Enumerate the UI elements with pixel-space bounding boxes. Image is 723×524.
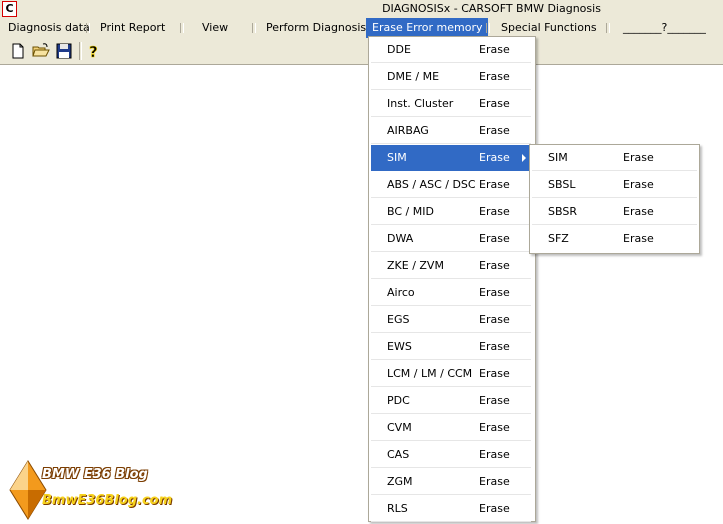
menu-bar: Diagnosis data Print Report View Perform… [0, 18, 723, 38]
menu-item-label: PDC [387, 394, 410, 407]
menu-item-label: AIRBAG [387, 124, 429, 137]
menu-item-action: Erase [479, 448, 510, 461]
menu-item-zke-zvm[interactable]: ZKE / ZVM Erase [371, 253, 531, 279]
menu-item-dwa[interactable]: DWA Erase [371, 226, 531, 252]
watermark-url: BmwE36Blog.com [42, 493, 173, 508]
menu-item-action: Erase [479, 340, 510, 353]
submenu-item-sbsl[interactable]: SBSL Erase [532, 172, 697, 198]
menu-item-inst-cluster[interactable]: Inst. Cluster Erase [371, 91, 531, 117]
menu-item-lcm-lm-ccm[interactable]: LCM / LM / CCM Erase [371, 361, 531, 387]
menu-item-abs-asc-dsc[interactable]: ABS / ASC / DSC Erase [371, 172, 531, 198]
menu-item-cvm[interactable]: CVM Erase [371, 415, 531, 441]
menu-item-action: Erase [623, 178, 654, 191]
title-bar: C DIAGNOSISx - CARSOFT BMW Diagnosis [0, 0, 723, 18]
menu-item-label: DME / ME [387, 70, 440, 83]
menu-item-rls[interactable]: RLS Erase [371, 496, 531, 522]
menu-item-label: CAS [387, 448, 410, 461]
menu-separator [252, 23, 256, 33]
menu-item-action: Erase [479, 124, 510, 137]
menu-separator [180, 23, 184, 33]
menu-item-dme-me[interactable]: DME / ME Erase [371, 64, 531, 90]
window-title: DIAGNOSISx - CARSOFT BMW Diagnosis [382, 2, 601, 15]
submenu-item-sfz[interactable]: SFZ Erase [532, 226, 697, 252]
new-document-icon[interactable] [8, 41, 28, 61]
menu-item-action: Erase [479, 367, 510, 380]
menu-item-label: SIM [387, 151, 407, 164]
menu-item-action: Erase [479, 43, 510, 56]
menu-item-label: SBSR [548, 205, 577, 218]
sim-submenu: SIM Erase SBSL Erase SBSR Erase SFZ Erase [529, 144, 700, 254]
menu-item-airco[interactable]: Airco Erase [371, 280, 531, 306]
menu-item-action: Erase [479, 205, 510, 218]
menu-item-ews[interactable]: EWS Erase [371, 334, 531, 360]
menu-item-action: Erase [479, 475, 510, 488]
toolbar: ? [0, 38, 723, 65]
menu-item-action: Erase [479, 151, 510, 164]
submenu-item-sbsr[interactable]: SBSR Erase [532, 199, 697, 225]
menu-item-sim[interactable]: SIM Erase [371, 145, 531, 171]
menu-item-label: SFZ [548, 232, 569, 245]
menu-separator [486, 23, 490, 33]
erase-error-memory-menu: DDE Erase DME / ME Erase Inst. Cluster Eras… [368, 36, 536, 522]
submenu-arrow-icon [522, 154, 526, 162]
menu-item-pdc[interactable]: PDC Erase [371, 388, 531, 414]
menu-item-action: Erase [623, 232, 654, 245]
menu-item-label: DWA [387, 232, 414, 245]
menu-item-label: DDE [387, 43, 411, 56]
menu-item-label: BC / MID [387, 205, 434, 218]
menu-item-label: Airco [387, 286, 415, 299]
menu-item-action: Erase [479, 259, 510, 272]
menu-item-action: Erase [623, 205, 654, 218]
menu-item-label: RLS [387, 502, 408, 515]
menu-item-dde[interactable]: DDE Erase [371, 37, 531, 63]
menu-item-action: Erase [479, 394, 510, 407]
help-icon[interactable]: ? [84, 41, 104, 62]
menu-item-action: Erase [479, 232, 510, 245]
menu-item-label: EGS [387, 313, 410, 326]
menu-item-action: Erase [479, 70, 510, 83]
menu-special-functions[interactable]: Special Functions [501, 18, 597, 38]
menu-view[interactable]: View [202, 18, 228, 38]
menu-item-action: Erase [479, 97, 510, 110]
menu-item-egs[interactable]: EGS Erase [371, 307, 531, 333]
save-disk-icon[interactable] [54, 41, 74, 61]
toolbar-separator [79, 42, 82, 60]
menu-help[interactable]: _______?_______ [623, 18, 706, 38]
workspace [0, 65, 723, 524]
menu-item-label: SIM [548, 151, 568, 164]
menu-item-label: Inst. Cluster [387, 97, 454, 110]
menu-item-label: ZGM [387, 475, 413, 488]
menu-item-action: Erase [479, 313, 510, 326]
menu-item-action: Erase [479, 178, 510, 191]
svg-text:?: ? [89, 43, 98, 61]
submenu-item-sim[interactable]: SIM Erase [532, 145, 697, 171]
menu-item-label: LCM / LM / CCM [387, 367, 473, 380]
menu-item-action: Erase [479, 421, 510, 434]
menu-item-action: Erase [623, 151, 654, 164]
menu-item-label: SBSL [548, 178, 576, 191]
menu-item-label: ZKE / ZVM [387, 259, 444, 272]
menu-separator [606, 23, 610, 33]
menu-item-label: EWS [387, 340, 412, 353]
menu-diagnosis-data[interactable]: Diagnosis data [8, 18, 90, 38]
menu-item-zgm[interactable]: ZGM Erase [371, 469, 531, 495]
watermark-title: BMW E36 Blog [42, 467, 148, 482]
menu-item-action: Erase [479, 502, 510, 515]
menu-item-airbag[interactable]: AIRBAG Erase [371, 118, 531, 144]
menu-print-report[interactable]: Print Report [100, 18, 165, 38]
menu-item-label: CVM [387, 421, 412, 434]
open-folder-icon[interactable] [31, 41, 51, 61]
menu-erase-error-memory[interactable]: Erase Error memory [366, 18, 489, 38]
menu-item-bc-mid[interactable]: BC / MID Erase [371, 199, 531, 225]
menu-separator [86, 23, 90, 33]
menu-item-cas[interactable]: CAS Erase [371, 442, 531, 468]
menu-item-label: ABS / ASC / DSC [387, 178, 476, 191]
menu-item-action: Erase [479, 286, 510, 299]
watermark-logo: BMW E36 Blog BmwE36Blog.com [8, 459, 188, 521]
menu-perform-diagnosis[interactable]: Perform Diagnosis [266, 18, 366, 38]
